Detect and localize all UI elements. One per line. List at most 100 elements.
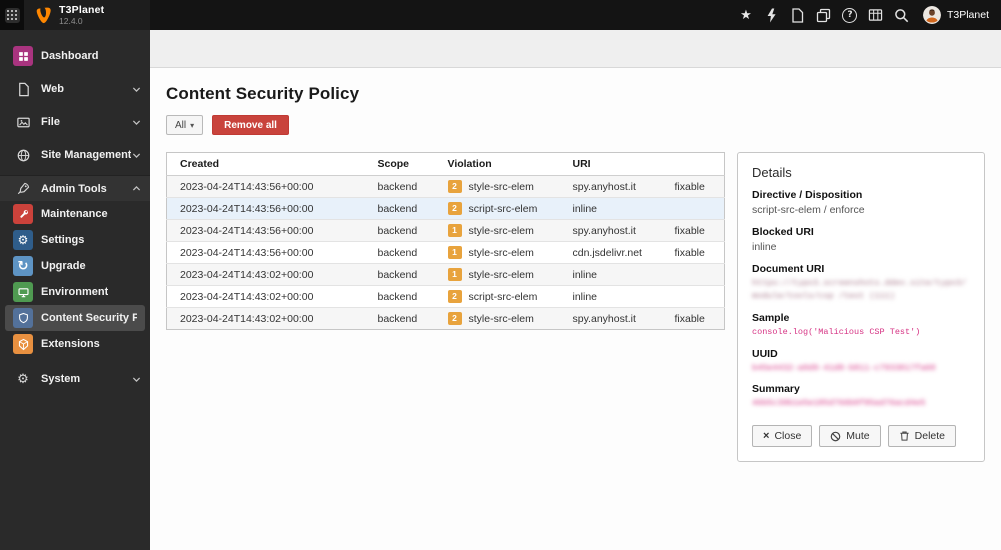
sample-value: console.log('Malicious CSP Test') [752,326,921,337]
module-menu-toggle-button[interactable] [0,0,24,30]
sidebar-item-upgrade[interactable]: ↻ Upgrade [0,253,150,279]
scope-filter-dropdown[interactable]: All ▾ [166,115,204,135]
violation-directive: style-src-elem [468,269,534,281]
chevron-down-icon [131,84,142,95]
close-icon: × [763,429,770,442]
site-name: T3Planet [59,3,105,16]
sidebar-item-extensions[interactable]: Extensions [0,331,150,357]
chevron-down-icon [131,150,142,161]
violation-count-badge: 1 [447,246,462,259]
page-icon [13,79,33,99]
sidebar-item-content-security-policy[interactable]: Content Security Policy [5,305,145,331]
delete-button[interactable]: Delete [887,425,956,448]
directive-disposition-label: Directive / Disposition [752,189,863,201]
typo3-logo-icon [36,7,51,23]
violation-count-badge: 1 [447,268,462,281]
doc-header [150,30,1001,68]
document-uri-label: Document URI [752,263,825,276]
sidebar-item-system[interactable]: ⚙ System [0,366,150,392]
gear-icon: ⚙ [13,230,33,250]
violation-row[interactable]: 2023-04-24T14:43:02+00:00 backend 2 scrip… [166,285,725,308]
table-header-row: Created Scope Violation URI [166,152,725,176]
shield-icon [13,308,33,328]
user-menu[interactable]: T3Planet [915,0,991,30]
brand-logo[interactable]: T3Planet 12.4.0 [24,0,150,30]
column-header-uri: URI [559,152,662,176]
topbar: T3Planet 12.4.0 ★ ? T3Planet [0,0,1001,30]
avatar [922,6,941,24]
typo3-version: 12.4.0 [59,16,83,26]
fixable-label: fixable [661,241,725,264]
summary-label: Summary [752,383,800,396]
globe-icon [13,145,33,165]
violation-row[interactable]: 2023-04-24T14:43:02+00:00 backend 2 style… [166,307,725,330]
sidebar-item-admin-tools[interactable]: Admin Tools [0,175,150,201]
action-bar: All ▾ Remove all [166,115,985,135]
question-mark-icon: ? [842,7,858,23]
system-information-button[interactable] [863,0,889,30]
chevron-up-icon [131,183,142,194]
sidebar-item-file[interactable]: File [0,109,150,135]
blocked-uri-value: inline [752,241,777,254]
violation-directive: style-src-elem [468,313,534,325]
sidebar-item-dashboard[interactable]: Dashboard [0,43,150,69]
csp-violations-table: Created Scope Violation URI 2023-04-24T1… [166,152,725,330]
column-header-created: Created [166,152,365,176]
column-header-violation: Violation [434,152,560,176]
blocked-uri-label: Blocked URI [752,226,814,239]
search-button[interactable] [889,0,915,30]
table-grid-icon [869,9,883,21]
violation-row-selected[interactable]: 2023-04-24T14:43:56+00:00 backend 2 scrip… [166,197,725,220]
directive-disposition-value: script-src-elem / enforce [752,204,865,216]
grid-dots-icon [4,7,20,23]
document-icon [792,7,804,23]
sidebar-item-web[interactable]: Web [0,76,150,102]
fixable-label: fixable [661,175,725,198]
open-records-button[interactable] [811,0,837,30]
violation-row[interactable]: 2023-04-24T14:43:56+00:00 backend 1 style… [166,241,725,264]
clear-cache-button[interactable] [759,0,785,30]
rocket-icon [13,179,33,199]
violation-row[interactable]: 2023-04-24T14:43:56+00:00 backend 2 style… [166,175,725,198]
sidebar-item-environment[interactable]: Environment [0,279,150,305]
copy-stack-icon [817,8,831,22]
help-button[interactable]: ? [837,0,863,30]
violation-directive: style-src-elem [468,181,534,193]
violation-row[interactable]: 2023-04-24T14:43:56+00:00 backend 1 style… [166,219,725,242]
column-header-status [661,152,725,176]
violation-count-badge: 2 [447,312,462,325]
fixable-label: fixable [661,307,725,330]
cube-icon [13,334,33,354]
details-title: Details [752,165,792,180]
refresh-icon: ↻ [13,256,33,276]
details-actions: × Close Mute Delete [752,425,970,448]
dashboard-icon [13,46,33,66]
summary-value-redacted: 46b5c39b1e5e185d766b0f85ad76acd4e5 [752,398,926,409]
sidebar-item-settings[interactable]: ⚙ Settings [0,227,150,253]
close-button[interactable]: × Close [752,425,813,448]
search-icon [895,8,909,22]
gear-outline-icon: ⚙ [17,371,29,387]
module-menu: Dashboard Web File Site Management Admin… [0,30,150,550]
fixable-label: fixable [661,219,725,242]
mute-button[interactable]: Mute [819,425,881,448]
new-document-button[interactable] [785,0,811,30]
bolt-icon [768,8,777,22]
violation-row[interactable]: 2023-04-24T14:43:02+00:00 backend 1 style… [166,263,725,286]
bookmarks-button[interactable]: ★ [733,0,759,30]
sidebar-item-site-management[interactable]: Site Management [0,142,150,168]
sidebar-item-maintenance[interactable]: Maintenance [0,201,150,227]
star-icon: ★ [740,7,752,23]
topbar-toolbar: ★ ? T3Planet [733,0,1001,30]
violation-directive: style-src-elem [468,247,534,259]
monitor-icon [13,282,33,302]
violation-directive: script-src-elem [468,291,538,303]
violation-count-badge: 2 [447,180,462,193]
remove-all-button[interactable]: Remove all [212,115,289,135]
violation-directive: style-src-elem [468,225,534,237]
violation-count-badge: 2 [447,202,462,215]
page-title: Content Security Policy [166,84,360,103]
uuid-value-redacted: b45e4432-a0d9-41d8-b811-c7933017fa60 [752,362,936,373]
trash-icon [900,431,909,441]
wrench-icon [13,204,33,224]
